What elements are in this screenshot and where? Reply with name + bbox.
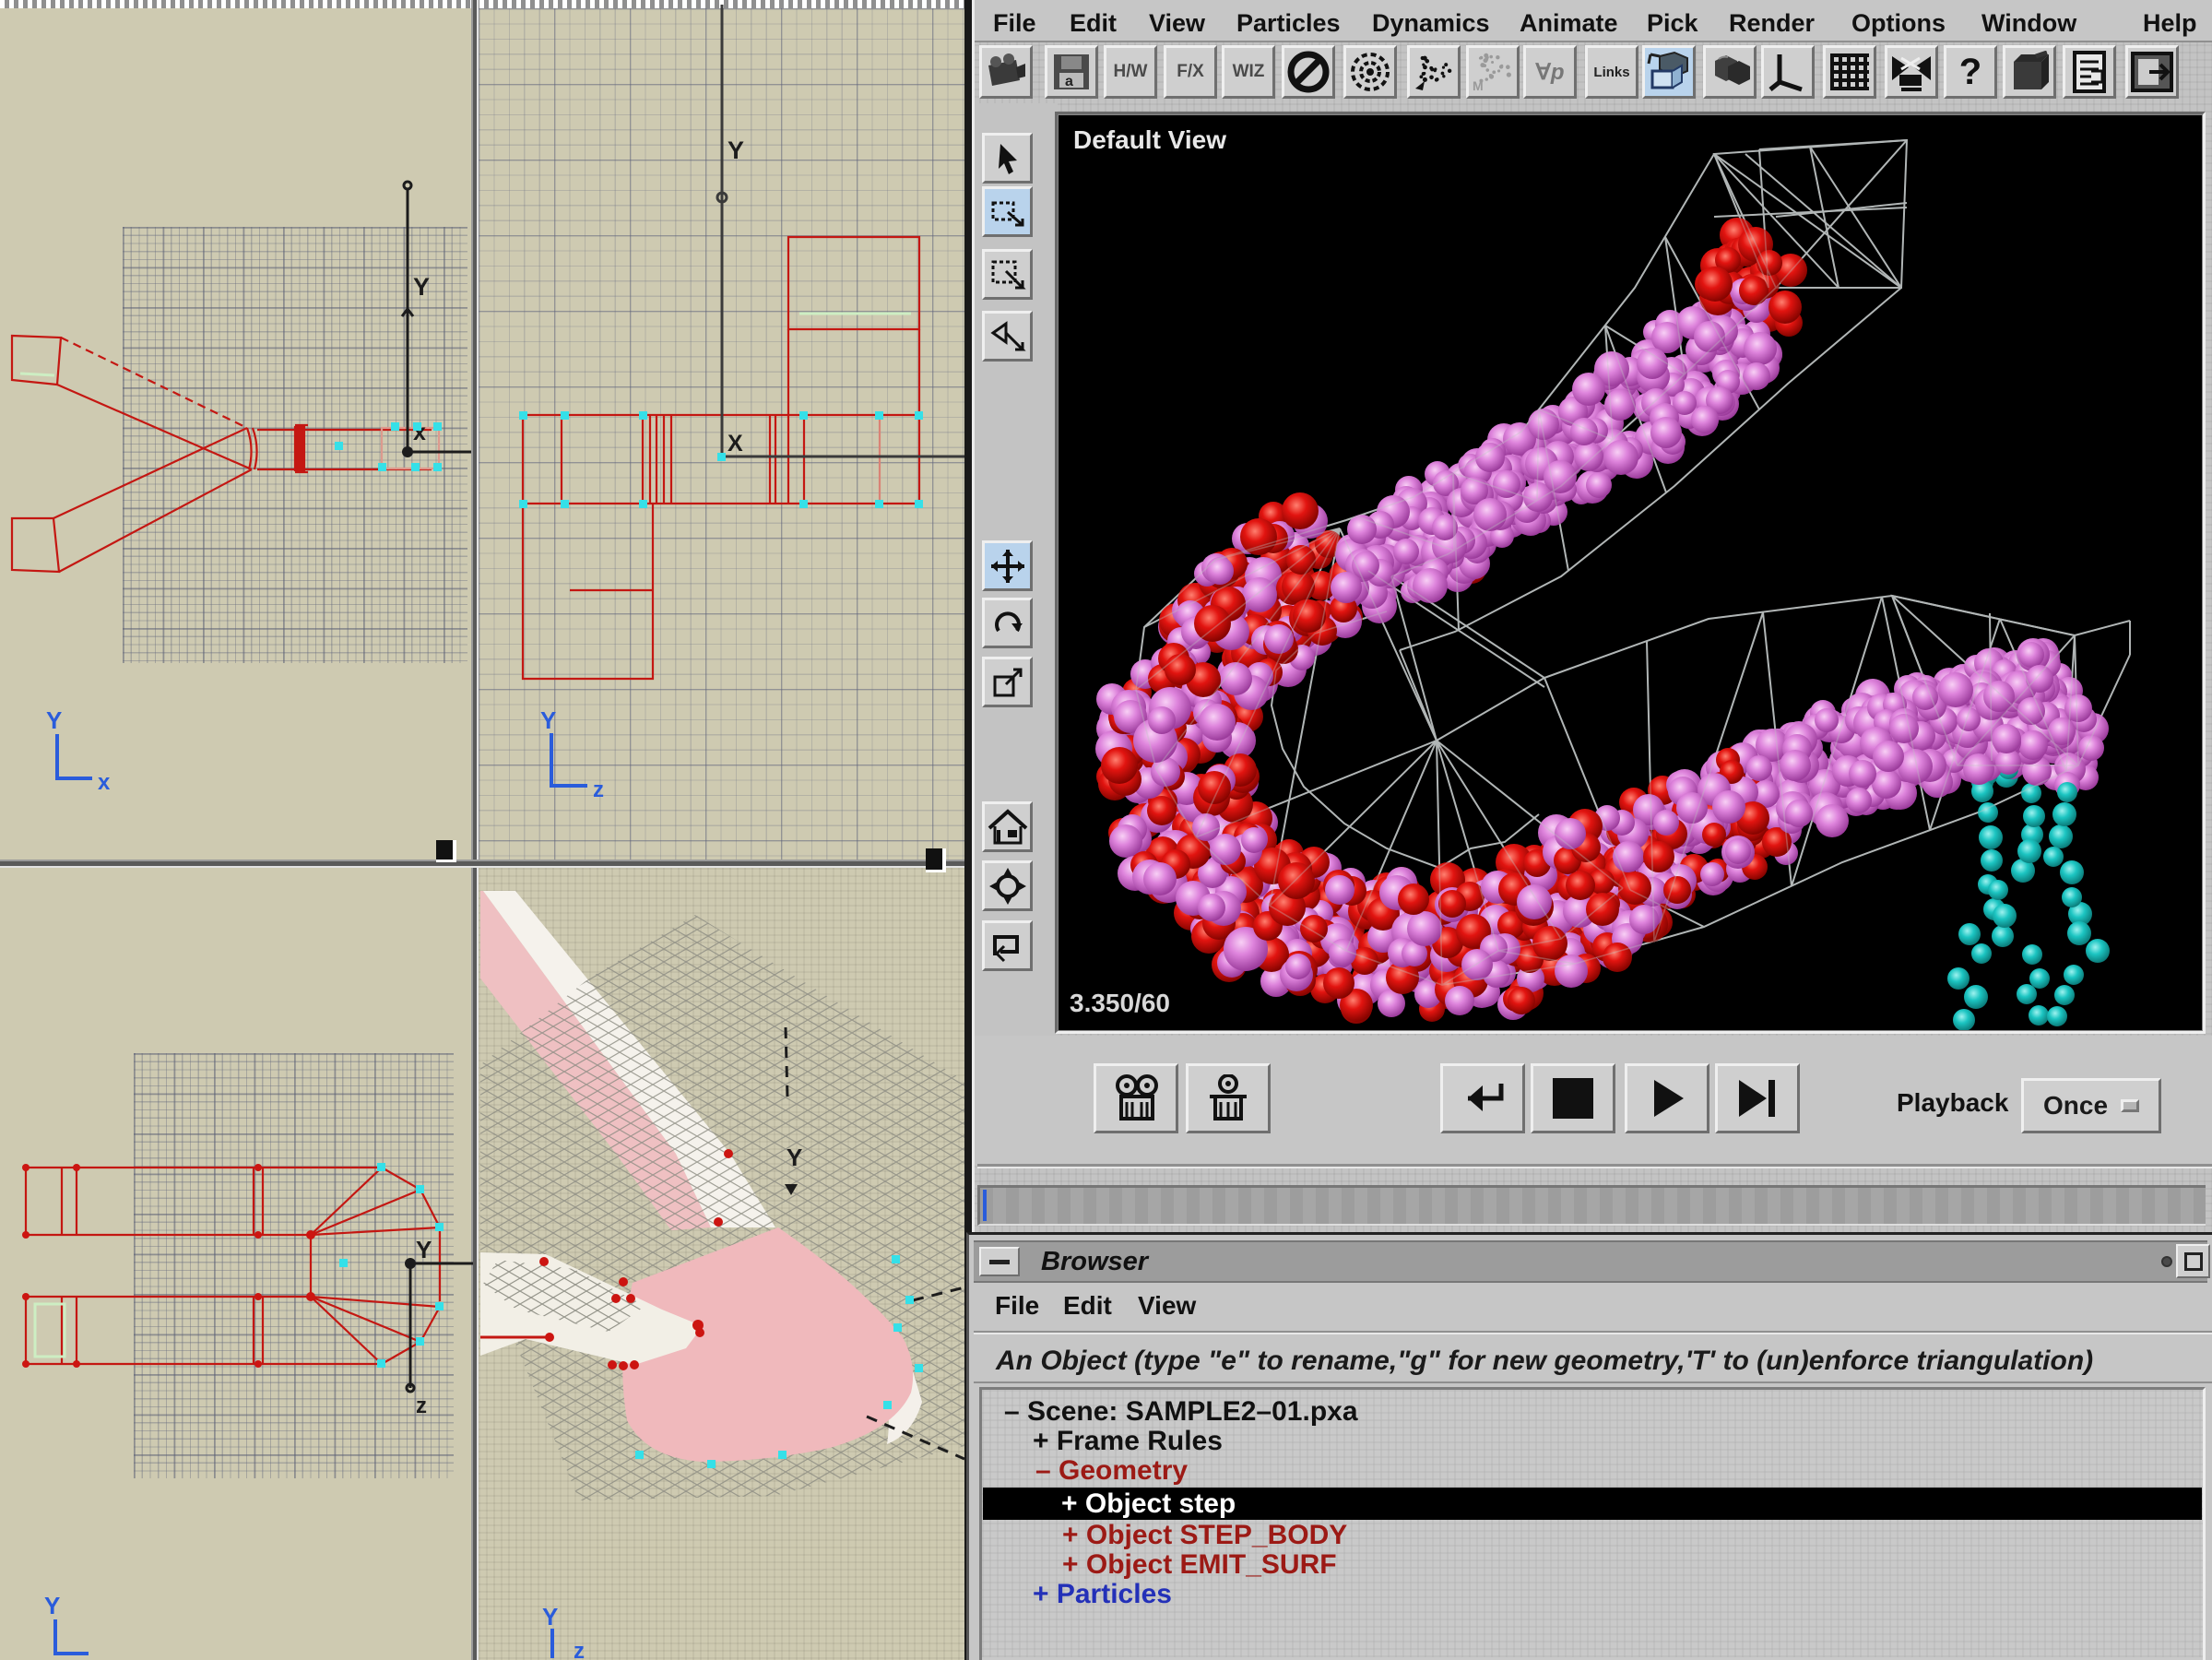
svg-text:X: X [727, 431, 743, 456]
svg-text:Y: Y [787, 1144, 802, 1171]
svg-text:M: M [1473, 78, 1484, 92]
svg-text:z: z [416, 1393, 427, 1418]
svg-text:Y: Y [542, 1603, 558, 1630]
svg-text:x: x [98, 770, 111, 795]
svg-text:3.350/60: 3.350/60 [1070, 989, 1170, 1017]
svg-text:z: z [593, 777, 604, 802]
svg-text:Default View: Default View [1073, 125, 1226, 154]
svg-text:Y: Y [413, 273, 430, 301]
svg-text:z: z [574, 1639, 585, 1660]
svg-text:Y: Y [46, 706, 62, 734]
svg-text:a: a [1065, 74, 1073, 89]
svg-text:Y: Y [727, 136, 744, 164]
svg-text:Y: Y [540, 706, 556, 734]
svg-text:Y: Y [416, 1236, 432, 1263]
svg-text:Y: Y [44, 1592, 60, 1619]
